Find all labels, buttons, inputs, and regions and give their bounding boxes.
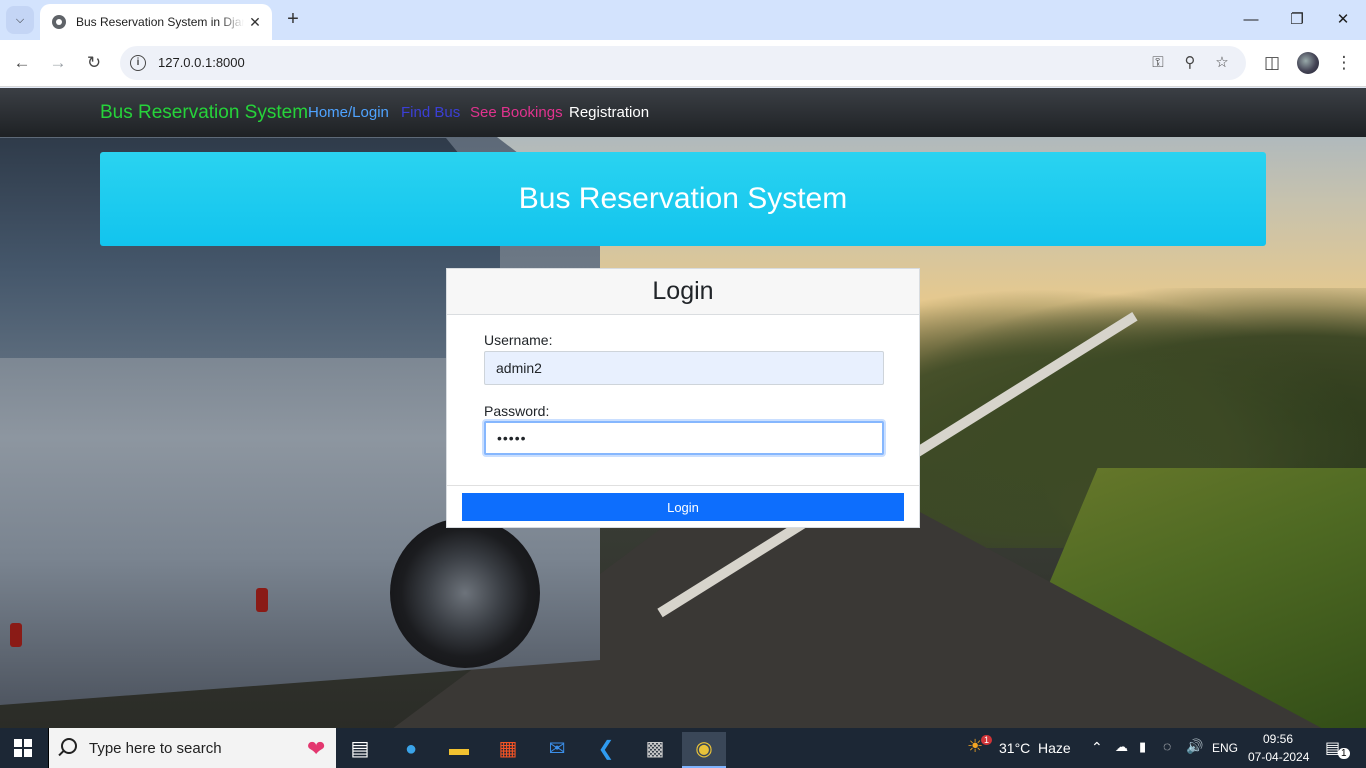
browser-toolbar: ← → ↻ i 127.0.0.1:8000 ⚿ ⚲ ☆ ◫ ⋮ <box>0 40 1366 87</box>
page-viewport: Bus Reservation System Home/Login Find B… <box>0 88 1366 728</box>
browser-tab-active[interactable]: Bus Reservation System in Django ✕ <box>40 4 272 40</box>
taskbar-search-box[interactable]: Type here to search ❤ <box>48 728 336 768</box>
chevron-down-icon: ⌵ <box>15 13 25 26</box>
username-input[interactable] <box>484 351 884 385</box>
browser-tabstrip: ⌵ Bus Reservation System in Django ✕ + —… <box>0 0 1366 40</box>
globe-icon <box>52 15 66 29</box>
chevron-up-icon[interactable]: ⌃ <box>1091 739 1103 756</box>
file-explorer-icon[interactable]: ▬ <box>437 732 481 768</box>
key-icon[interactable]: ⚿ <box>1146 51 1170 75</box>
weather-description[interactable]: Haze <box>1038 740 1071 756</box>
mail-icon[interactable]: ✉ <box>535 732 579 768</box>
taskbar-search-placeholder[interactable]: Type here to search <box>89 740 222 757</box>
back-icon[interactable]: ← <box>9 50 35 76</box>
background-bus-light <box>256 588 268 612</box>
close-tab-icon[interactable]: ✕ <box>246 14 264 31</box>
zoom-icon[interactable]: ⚲ <box>1178 51 1202 75</box>
close-window-icon[interactable]: ✕ <box>1331 8 1355 32</box>
weather-badge: 1 <box>981 735 993 745</box>
bookmark-star-icon[interactable]: ☆ <box>1210 51 1234 75</box>
minimize-icon[interactable]: — <box>1239 8 1263 32</box>
tab-title: Bus Reservation System in Django <box>76 15 244 29</box>
menu-kebab-icon[interactable]: ⋮ <box>1331 50 1357 76</box>
login-title: Login <box>652 277 714 305</box>
hero-title: Bus Reservation System <box>518 182 848 215</box>
restore-icon[interactable]: ❐ <box>1285 8 1309 32</box>
nav-find-bus[interactable]: Find Bus <box>401 104 460 121</box>
search-icon <box>61 738 77 754</box>
login-card-footer: Login <box>447 485 919 527</box>
nav-registration[interactable]: Registration <box>569 104 649 121</box>
onedrive-icon[interactable]: ☁ <box>1115 739 1128 755</box>
background-bus-light <box>10 623 22 647</box>
login-card-header: Login <box>447 269 919 315</box>
reload-icon[interactable]: ↻ <box>81 50 107 76</box>
chrome-icon[interactable]: ◉ <box>682 732 726 768</box>
tab-search-button[interactable]: ⌵ <box>6 6 34 34</box>
new-tab-button[interactable]: + <box>282 8 304 30</box>
site-navbar: Bus Reservation System Home/Login Find B… <box>0 88 1366 137</box>
terminal-icon[interactable]: ▩ <box>633 732 677 768</box>
url-text[interactable]: 127.0.0.1:8000 <box>158 55 245 70</box>
password-input[interactable] <box>484 421 884 455</box>
wifi-icon[interactable]: ◌ <box>1163 738 1171 754</box>
weather-temperature[interactable]: 31°C <box>999 740 1030 756</box>
profile-avatar[interactable] <box>1297 52 1319 74</box>
nav-home-login[interactable]: Home/Login <box>308 104 389 121</box>
microsoft-store-icon[interactable]: ▦ <box>486 732 530 768</box>
clock-date[interactable]: 07-04-2024 <box>1248 750 1309 764</box>
side-panel-icon[interactable]: ◫ <box>1259 50 1285 76</box>
address-bar[interactable]: i 127.0.0.1:8000 ⚿ ⚲ ☆ <box>120 46 1246 80</box>
edge-browser-icon[interactable]: ● <box>389 732 433 768</box>
hero-banner: Bus Reservation System <box>100 152 1266 246</box>
nav-see-bookings[interactable]: See Bookings <box>470 104 563 121</box>
language-indicator[interactable]: ENG <box>1212 741 1238 755</box>
battery-icon[interactable]: ▮ <box>1139 739 1146 755</box>
notification-count: 1 <box>1338 748 1350 759</box>
background-bus-wheel <box>390 518 540 668</box>
vscode-icon[interactable]: ❮ <box>584 732 628 768</box>
windows-start-icon[interactable] <box>14 739 32 757</box>
clock-time[interactable]: 09:56 <box>1263 732 1293 746</box>
username-label: Username: <box>484 332 553 348</box>
task-view-icon[interactable]: ▤ <box>338 732 382 768</box>
password-label: Password: <box>484 403 550 419</box>
site-info-icon[interactable]: i <box>130 55 146 71</box>
windows-taskbar: Type here to search ❤ ▤ ● ▬ ▦ ✉ ❮ ▩ ◉ ☀ … <box>0 728 1366 768</box>
volume-icon[interactable]: 🔊 <box>1186 738 1203 755</box>
stethoscope-hearts-icon: ❤ <box>307 736 326 761</box>
login-card: Login Username: Password: Login <box>446 268 920 528</box>
login-button[interactable]: Login <box>462 493 904 521</box>
forward-icon[interactable]: → <box>45 50 71 76</box>
navbar-brand[interactable]: Bus Reservation System <box>100 102 308 124</box>
